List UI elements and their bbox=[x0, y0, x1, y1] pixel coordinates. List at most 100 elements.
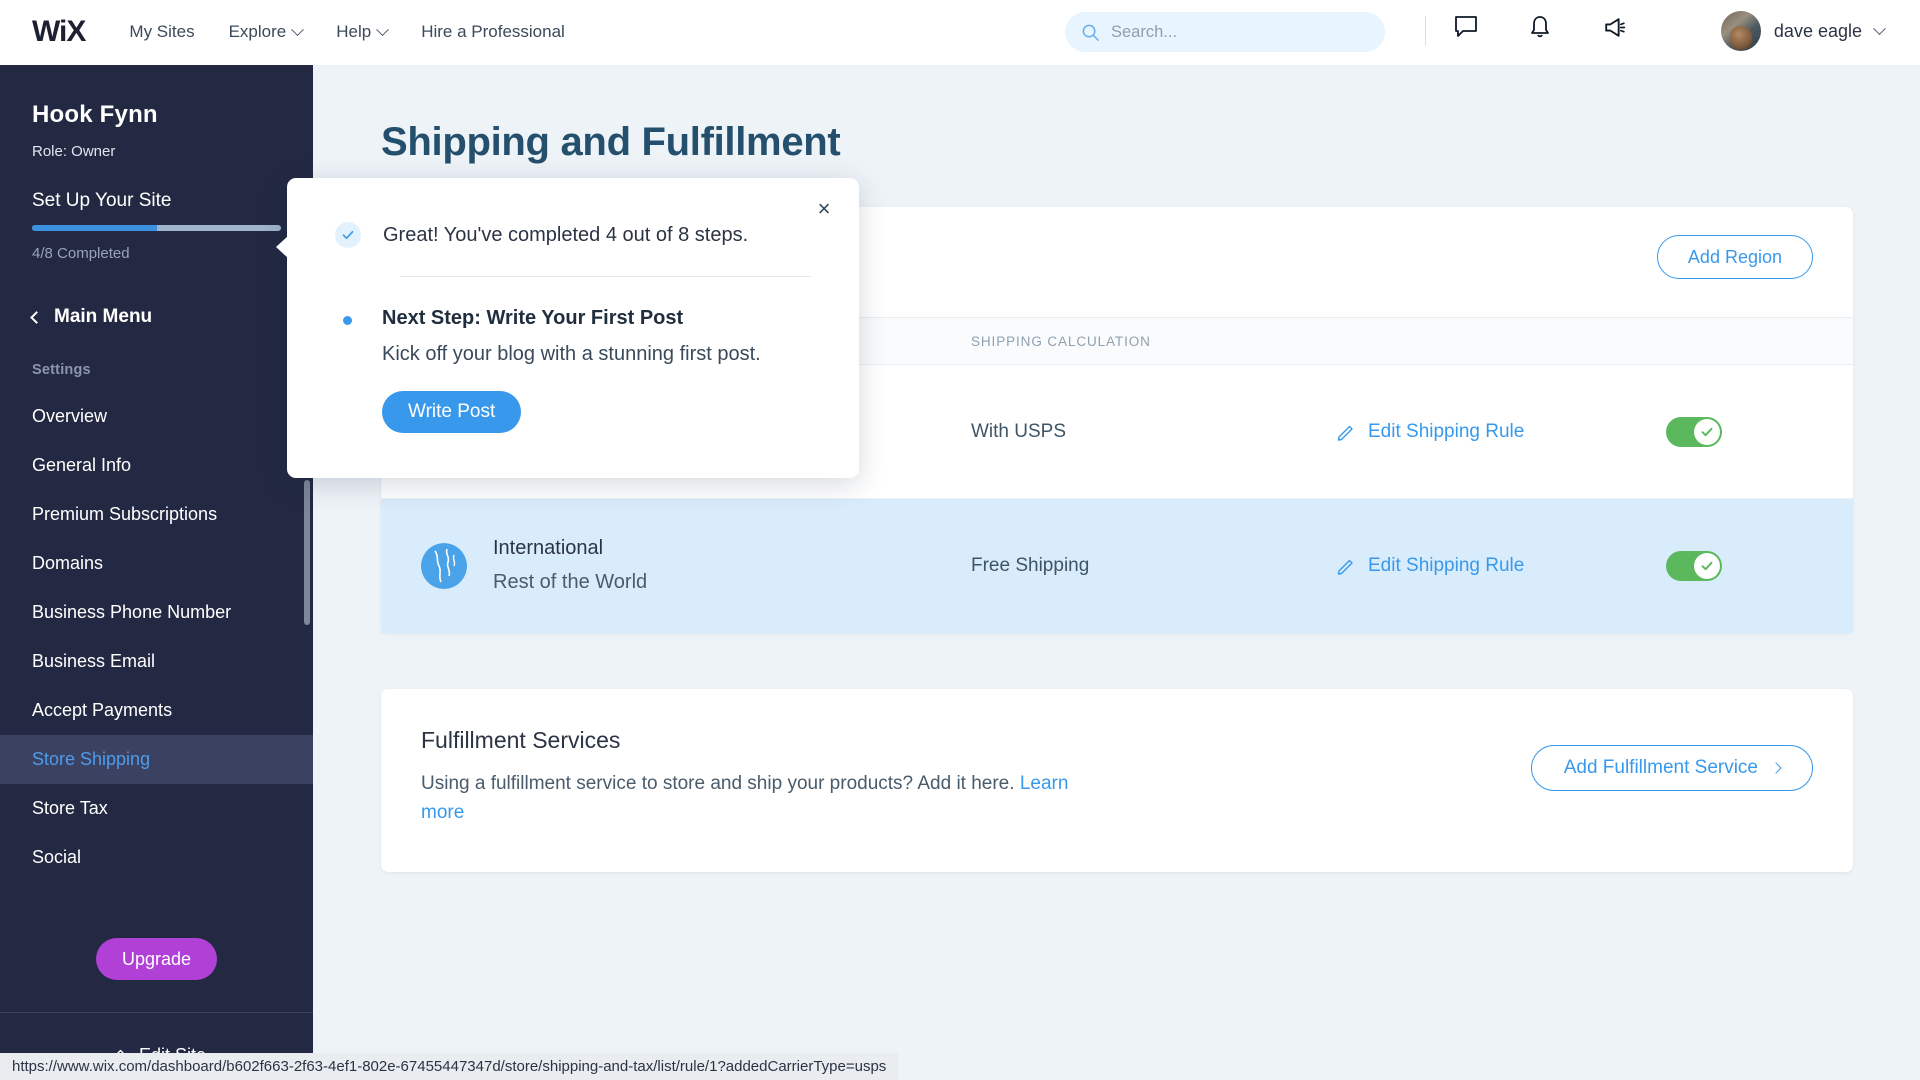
toggle-knob bbox=[1694, 552, 1720, 579]
site-name: Hook Fynn bbox=[32, 101, 158, 128]
nav-my-sites[interactable]: My Sites bbox=[129, 22, 194, 42]
fulfillment-services-card: Fulfillment Services Using a fulfillment… bbox=[381, 689, 1853, 872]
nav-my-sites-label: My Sites bbox=[129, 22, 195, 41]
chevron-down-icon bbox=[376, 22, 390, 36]
sidebar: Hook Fynn Role: Owner Set Up Your Site 4… bbox=[0, 65, 313, 1080]
nav-explore-label: Explore bbox=[228, 22, 287, 41]
globe-icon bbox=[421, 542, 467, 589]
top-navigation: My Sites Explore Help Hire a Professiona… bbox=[129, 22, 564, 42]
chevron-down-icon bbox=[1873, 21, 1886, 35]
wix-logo[interactable]: WiX bbox=[32, 17, 86, 47]
app-root: WiX My Sites Explore Help Hire a Profess… bbox=[0, 0, 1920, 1080]
sidebar-item-overview[interactable]: Overview bbox=[0, 392, 313, 441]
popup-next-step-block: Next Step: Write Your First Post Kick of… bbox=[382, 307, 761, 433]
pencil-icon bbox=[1337, 559, 1353, 575]
sidebar-item-store-tax[interactable]: Store Tax bbox=[0, 784, 313, 833]
header-icon-group bbox=[1452, 13, 1628, 41]
edit-shipping-rule-link[interactable]: Edit Shipping Rule bbox=[1336, 421, 1666, 443]
setup-progress-label: 4/8 Completed bbox=[32, 245, 130, 262]
sidebar-item-social[interactable]: Social bbox=[0, 833, 313, 882]
sidebar-item-label: General Info bbox=[32, 455, 132, 475]
upgrade-zone: Upgrade bbox=[0, 938, 313, 980]
username-label: dave eagle bbox=[1773, 20, 1862, 41]
sidebar-item-general-info[interactable]: General Info bbox=[0, 441, 313, 490]
avatar bbox=[1720, 11, 1761, 51]
upgrade-button[interactable]: Upgrade bbox=[95, 938, 218, 980]
sidebar-item-label: Store Shipping bbox=[32, 749, 151, 769]
sidebar-item-label: Store Tax bbox=[32, 798, 108, 818]
nav-hire-a-professional[interactable]: Hire a Professional bbox=[421, 22, 565, 42]
sidebar-item-store-shipping[interactable]: Store Shipping bbox=[0, 735, 313, 784]
edit-shipping-rule-label: Edit Shipping Rule bbox=[1368, 554, 1525, 576]
sidebar-divider bbox=[0, 1012, 313, 1013]
sidebar-item-label: Social bbox=[32, 847, 82, 867]
shipping-rule-toggle[interactable] bbox=[1666, 416, 1722, 447]
shipping-rule-toggle[interactable] bbox=[1666, 550, 1722, 581]
status-bar-url: https://www.wix.com/dashboard/b602f663-2… bbox=[0, 1053, 899, 1080]
sidebar-item-domains[interactable]: Domains bbox=[0, 539, 313, 588]
shipping-calculation-cell: Free Shipping bbox=[971, 554, 1090, 576]
popup-completed-text: Great! You've completed 4 out of 8 steps… bbox=[383, 223, 749, 246]
region-subtitle: Rest of the World bbox=[493, 571, 648, 593]
setup-progress-fill bbox=[32, 225, 157, 231]
popup-next-step-desc: Kick off your blog with a stunning first… bbox=[382, 343, 761, 365]
sidebar-item-label: Business Email bbox=[32, 651, 156, 671]
add-fulfillment-label: Add Fulfillment Service bbox=[1563, 757, 1758, 778]
setup-progress-bar bbox=[32, 225, 281, 231]
pencil-icon bbox=[1337, 425, 1353, 441]
site-role: Role: Owner bbox=[32, 143, 116, 160]
region-labels: International Rest of the World bbox=[493, 537, 647, 594]
popup-arrow bbox=[276, 236, 288, 258]
top-header: WiX My Sites Explore Help Hire a Profess… bbox=[0, 0, 1920, 65]
sidebar-item-label: Overview bbox=[32, 406, 108, 426]
nav-help-label: Help bbox=[336, 22, 372, 41]
chat-icon[interactable] bbox=[1452, 13, 1480, 41]
sidebar-item-business-email[interactable]: Business Email bbox=[0, 637, 313, 686]
search-icon bbox=[1082, 24, 1099, 41]
nav-explore[interactable]: Explore bbox=[228, 22, 305, 42]
popup-next-step-row: Next Step: Write Your First Post Kick of… bbox=[287, 277, 859, 433]
header-divider bbox=[1425, 16, 1426, 46]
popup-next-step-title: Next Step: Write Your First Post bbox=[382, 307, 684, 329]
search-input[interactable] bbox=[1111, 22, 1361, 42]
edit-shipping-rule-label: Edit Shipping Rule bbox=[1368, 420, 1525, 442]
user-menu[interactable]: dave eagle bbox=[1720, 11, 1886, 51]
setup-your-site-title[interactable]: Set Up Your Site bbox=[32, 190, 313, 212]
add-fulfillment-service-button[interactable]: Add Fulfillment Service bbox=[1530, 745, 1813, 791]
region-name: International bbox=[493, 537, 604, 559]
check-icon bbox=[335, 222, 361, 248]
sidebar-section-settings: Settings bbox=[32, 362, 91, 378]
close-icon[interactable]: × bbox=[811, 196, 837, 222]
sidebar-menu-list: Overview General Info Premium Subscription… bbox=[0, 392, 313, 882]
popup-completed-row: Great! You've completed 4 out of 8 steps… bbox=[287, 178, 859, 248]
sidebar-item-premium-subscriptions[interactable]: Premium Subscriptions bbox=[0, 490, 313, 539]
toggle-cell bbox=[1666, 550, 1853, 581]
nav-hire-label: Hire a Professional bbox=[421, 22, 565, 41]
chevron-right-icon bbox=[1770, 762, 1782, 774]
shipping-calculation-cell: With USPS bbox=[971, 420, 1067, 442]
sidebar-item-business-phone-number[interactable]: Business Phone Number bbox=[0, 588, 313, 637]
sidebar-item-label: Business Phone Number bbox=[32, 602, 232, 622]
search-box[interactable] bbox=[1065, 12, 1385, 52]
write-post-button[interactable]: Write Post bbox=[382, 391, 522, 433]
bullet-icon bbox=[343, 316, 352, 325]
add-region-button[interactable]: Add Region bbox=[1656, 235, 1813, 279]
sidebar-scrollbar[interactable] bbox=[304, 480, 310, 625]
sidebar-item-label: Premium Subscriptions bbox=[32, 504, 218, 524]
nav-help[interactable]: Help bbox=[336, 22, 390, 42]
sidebar-item-label: Domains bbox=[32, 553, 104, 573]
sidebar-item-accept-payments[interactable]: Accept Payments bbox=[0, 686, 313, 735]
fulfillment-description: Using a fulfillment service to store and… bbox=[421, 770, 1101, 828]
bell-icon[interactable] bbox=[1526, 13, 1554, 41]
edit-shipping-rule-link[interactable]: Edit Shipping Rule bbox=[1336, 555, 1666, 577]
page-title: Shipping and Fulfillment bbox=[381, 120, 841, 164]
setup-progress-popup: × Great! You've completed 4 out of 8 ste… bbox=[276, 178, 859, 478]
sidebar-main-menu-back[interactable]: Main Menu bbox=[30, 306, 313, 328]
toggle-cell bbox=[1666, 416, 1853, 447]
main-menu-label: Main Menu bbox=[54, 306, 153, 327]
table-row[interactable]: International Rest of the World Free Shipp… bbox=[381, 499, 1853, 633]
chevron-left-icon bbox=[30, 310, 43, 324]
megaphone-icon[interactable] bbox=[1600, 13, 1628, 41]
region-cell: International Rest of the World bbox=[381, 537, 971, 594]
add-region-label: Add Region bbox=[1687, 246, 1782, 267]
